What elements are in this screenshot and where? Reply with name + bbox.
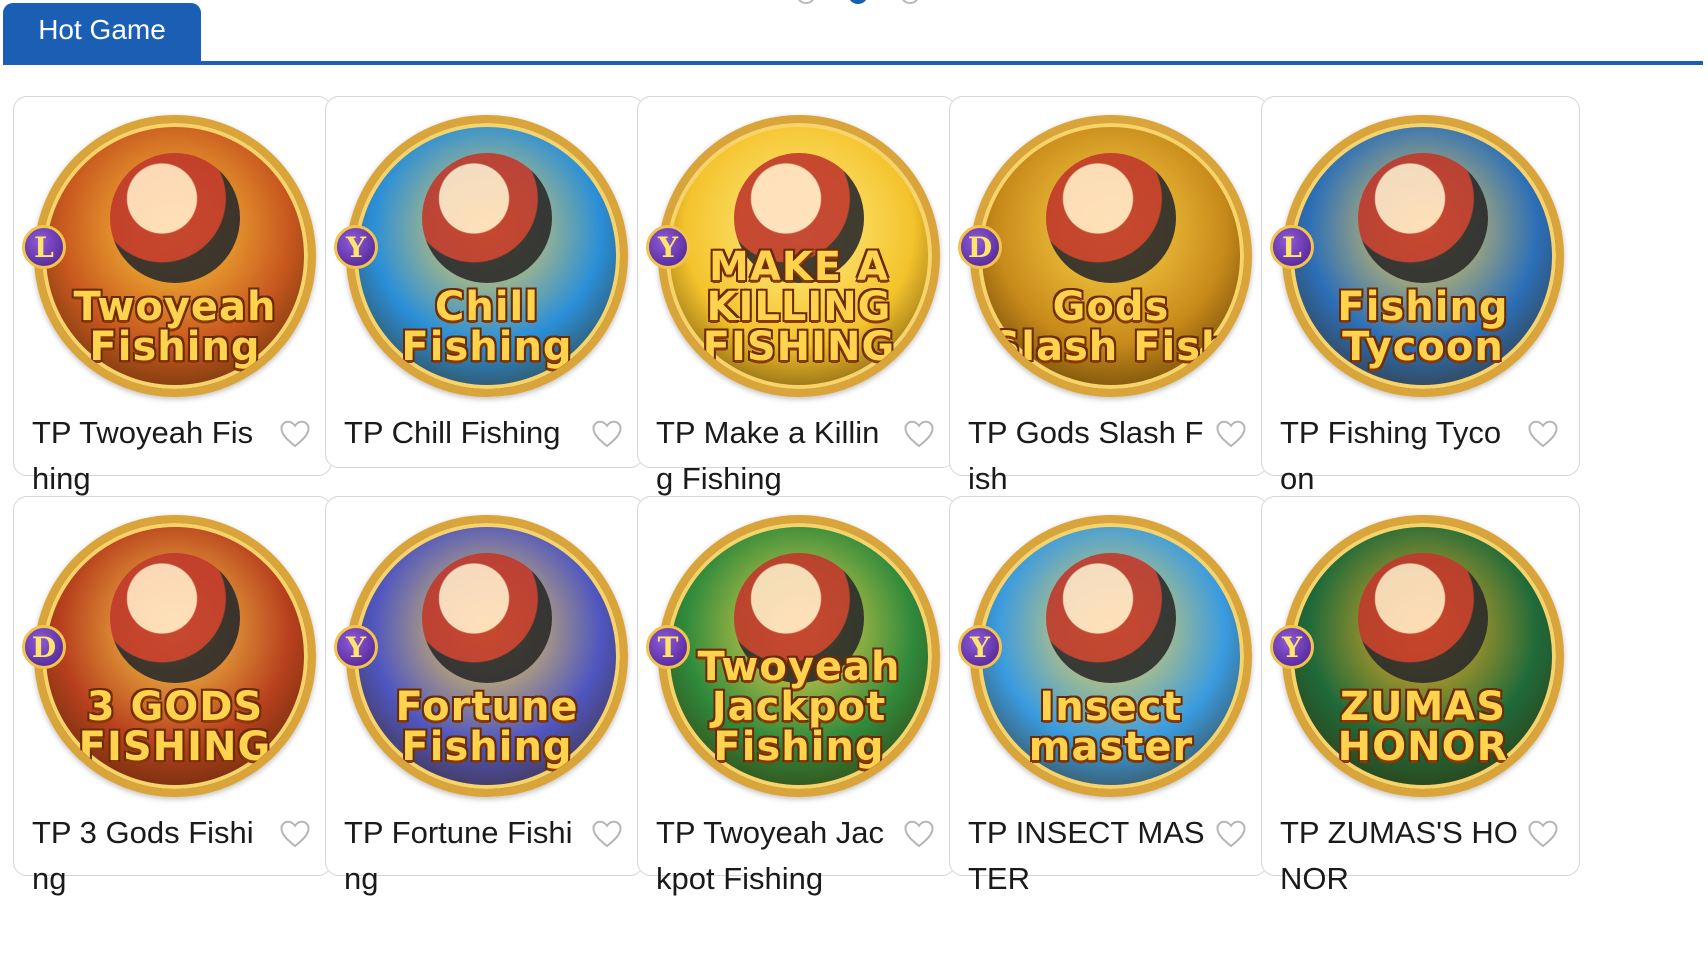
provider-badge: D [22,625,66,669]
game-character-art [422,153,552,283]
game-thumbnail[interactable]: Fishing Tycoon [1282,115,1564,397]
carousel-dots [796,0,920,4]
provider-badge: Y [334,225,378,269]
carousel-dot[interactable] [796,0,816,4]
game-title[interactable]: TP Fortune Fishing [344,810,582,902]
game-thumbnail[interactable]: Twoyeah Jackpot Fishing [658,515,940,797]
provider-badge: Y [958,625,1002,669]
tab-bar: Hot Game [0,0,1708,66]
game-title[interactable]: TP INSECT MASTER [968,810,1206,902]
game-card[interactable]: 3 GODS FISHING D TP 3 Gods Fishing [13,496,332,896]
tab-underline [3,61,1703,65]
game-logo-text: ZUMAS HONOR [1337,684,1509,770]
game-card[interactable]: Fishing Tycoon L TP Fishing Tycoon [1261,96,1580,496]
game-title[interactable]: TP Chill Fishing [344,410,582,456]
game-thumbnail[interactable]: 3 GODS FISHING [34,515,316,797]
provider-badge: Y [646,225,690,269]
heart-outline-icon[interactable] [591,819,623,849]
heart-outline-icon[interactable] [279,419,311,449]
game-card[interactable]: Insect master Y TP INSECT MASTER [949,496,1268,896]
game-logo-text: Gods Slash Fish [991,284,1231,370]
carousel-dot-active[interactable] [848,0,868,4]
game-thumbnail[interactable]: Twoyeah Fishing [34,115,316,397]
heart-outline-icon[interactable] [591,419,623,449]
game-character-art [422,553,552,683]
game-card[interactable]: ZUMAS HONOR Y TP ZUMAS'S HONOR [1261,496,1580,896]
game-card[interactable]: Gods Slash Fish D TP Gods Slash Fish [949,96,1268,496]
carousel-dot[interactable] [900,0,920,4]
game-title[interactable]: TP Twoyeah Fishing [32,410,270,502]
game-thumbnail[interactable]: Chill Fishing [346,115,628,397]
game-logo-text: 3 GODS FISHING [78,684,272,770]
game-character-art [1046,553,1176,683]
game-card[interactable]: Chill Fishing Y TP Chill Fishing [325,96,644,468]
heart-outline-icon[interactable] [1527,419,1559,449]
game-logo-text: MAKE A KILLING FISHING [702,244,896,370]
game-card[interactable]: Twoyeah Jackpot Fishing T TP Twoyeah Jackp… [637,496,956,896]
game-title[interactable]: TP Gods Slash Fish [968,410,1206,502]
tab-hot-game[interactable]: Hot Game [3,3,201,63]
game-logo-text: Twoyeah Jackpot Fishing [697,644,901,770]
heart-outline-icon[interactable] [903,819,935,849]
heart-outline-icon[interactable] [1527,819,1559,849]
game-thumbnail[interactable]: Fortune Fishing [346,515,628,797]
game-character-art [1358,553,1488,683]
heart-outline-icon[interactable] [1215,819,1247,849]
game-logo-text: Insect master [1028,684,1194,770]
game-character-art [110,553,240,683]
game-card[interactable]: Fortune Fishing Y TP Fortune Fishing [325,496,644,896]
game-card[interactable]: MAKE A KILLING FISHING Y TP Make a Killing… [637,96,956,496]
heart-outline-icon[interactable] [1215,419,1247,449]
heart-outline-icon[interactable] [903,419,935,449]
game-logo-text: Twoyeah Fishing [73,284,277,370]
game-thumbnail[interactable]: Gods Slash Fish [970,115,1252,397]
provider-badge: L [22,225,66,269]
game-title[interactable]: TP Twoyeah Jackpot Fishing [656,810,894,902]
game-thumbnail[interactable]: MAKE A KILLING FISHING [658,115,940,397]
game-character-art [1358,153,1488,283]
provider-badge: Y [1270,625,1314,669]
game-title[interactable]: TP Fishing Tycoon [1280,410,1518,502]
provider-badge: L [1270,225,1314,269]
game-title[interactable]: TP Make a Killing Fishing [656,410,894,502]
provider-badge: D [958,225,1002,269]
provider-badge: T [646,625,690,669]
game-logo-text: Fishing Tycoon [1337,284,1509,370]
game-logo-text: Fortune Fishing [395,684,579,770]
game-title[interactable]: TP ZUMAS'S HONOR [1280,810,1518,902]
game-thumbnail[interactable]: ZUMAS HONOR [1282,515,1564,797]
heart-outline-icon[interactable] [279,819,311,849]
game-thumbnail[interactable]: Insect master [970,515,1252,797]
provider-badge: Y [334,625,378,669]
game-logo-text: Chill Fishing [401,284,573,370]
game-character-art [1046,153,1176,283]
game-character-art [110,153,240,283]
game-card[interactable]: Twoyeah Fishing L TP Twoyeah Fishing [13,96,332,496]
game-title[interactable]: TP 3 Gods Fishing [32,810,270,902]
